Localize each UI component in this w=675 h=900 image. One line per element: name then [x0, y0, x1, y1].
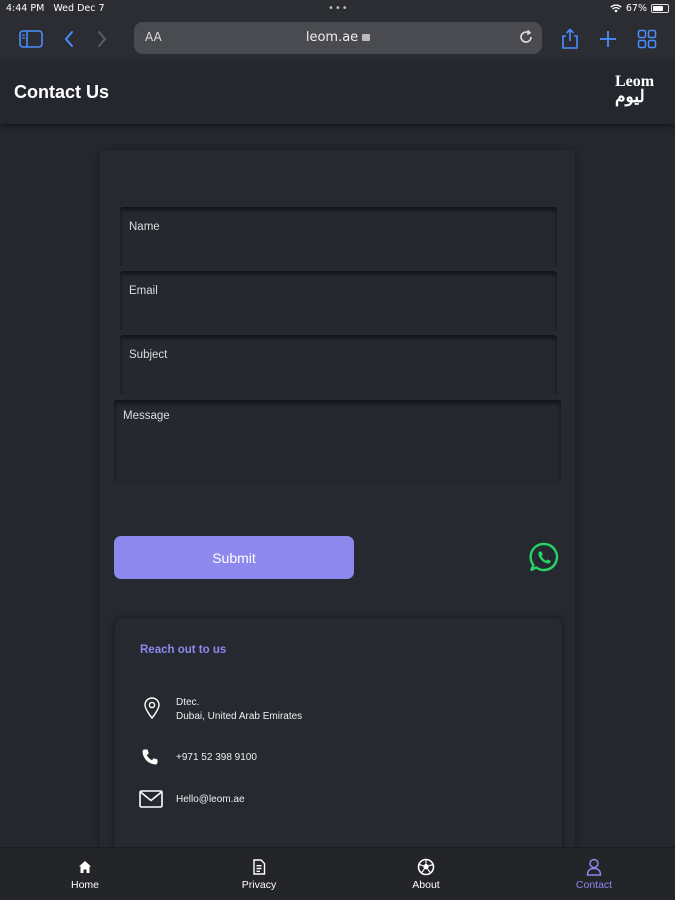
status-bar: 4:44 PM Wed Dec 7 ••• 67%: [0, 0, 675, 20]
whatsapp-icon[interactable]: [528, 541, 561, 574]
reload-icon[interactable]: [518, 29, 534, 49]
subject-placeholder: Subject: [129, 349, 168, 361]
mail-icon: [139, 790, 163, 812]
subject-field[interactable]: Subject: [120, 335, 557, 395]
battery-icon: [651, 4, 669, 13]
nav-about-label: About: [412, 879, 440, 891]
status-right: 67%: [610, 3, 669, 14]
email-placeholder: Email: [129, 285, 158, 297]
nav-privacy[interactable]: Privacy: [214, 848, 304, 900]
leom-logo[interactable]: Leom ليوم: [615, 74, 661, 110]
nav-home-label: Home: [70, 879, 99, 891]
wifi-icon: [610, 4, 622, 13]
address-bar[interactable]: AA leom.ae: [134, 22, 542, 54]
nav-home[interactable]: Home: [40, 848, 130, 900]
name-placeholder: Name: [129, 221, 160, 233]
email-text[interactable]: Hello@leom.ae: [176, 793, 245, 807]
battery-percent: 67%: [625, 3, 647, 14]
email-field[interactable]: Email: [120, 271, 557, 331]
tabs-overview-icon[interactable]: [633, 26, 661, 52]
address-text: Dtec. Dubai, United Arab Emirates: [176, 697, 303, 722]
lock-icon: [362, 34, 371, 41]
app-header: Contact Us Leom ليوم: [0, 62, 675, 124]
status-time: 4:44 PM Wed Dec 7: [6, 3, 105, 14]
message-field[interactable]: Message: [114, 400, 561, 482]
phone-text[interactable]: +971 52 398 9100: [176, 751, 257, 765]
forward-icon[interactable]: [88, 26, 116, 52]
nav-contact[interactable]: Contact: [549, 848, 639, 900]
bottom-nav: Home Privacy About Contact: [0, 847, 675, 900]
document-icon: [252, 858, 266, 876]
nav-privacy-label: Privacy: [241, 879, 277, 891]
phone-icon: [141, 748, 159, 770]
location-pin-icon: [143, 696, 161, 724]
sidebar-icon[interactable]: [17, 26, 45, 52]
message-placeholder: Message: [123, 410, 170, 422]
nav-about[interactable]: About: [381, 848, 471, 900]
share-icon[interactable]: [556, 26, 584, 52]
back-icon[interactable]: [55, 26, 83, 52]
name-field[interactable]: Name: [120, 207, 557, 267]
user-icon: [586, 858, 602, 876]
contact-info-title: Reach out to us: [140, 644, 227, 656]
page-title: Contact Us: [14, 82, 110, 102]
new-tab-icon[interactable]: [594, 26, 622, 52]
multitasking-dots-icon[interactable]: •••: [328, 3, 349, 14]
nav-contact-label: Contact: [575, 879, 613, 891]
submit-button[interactable]: Submit: [114, 536, 354, 579]
url-text[interactable]: leom.ae: [134, 30, 542, 45]
home-icon: [78, 858, 92, 876]
browser-toolbar: AA leom.ae: [0, 20, 675, 62]
soccer-ball-icon: [417, 858, 435, 876]
